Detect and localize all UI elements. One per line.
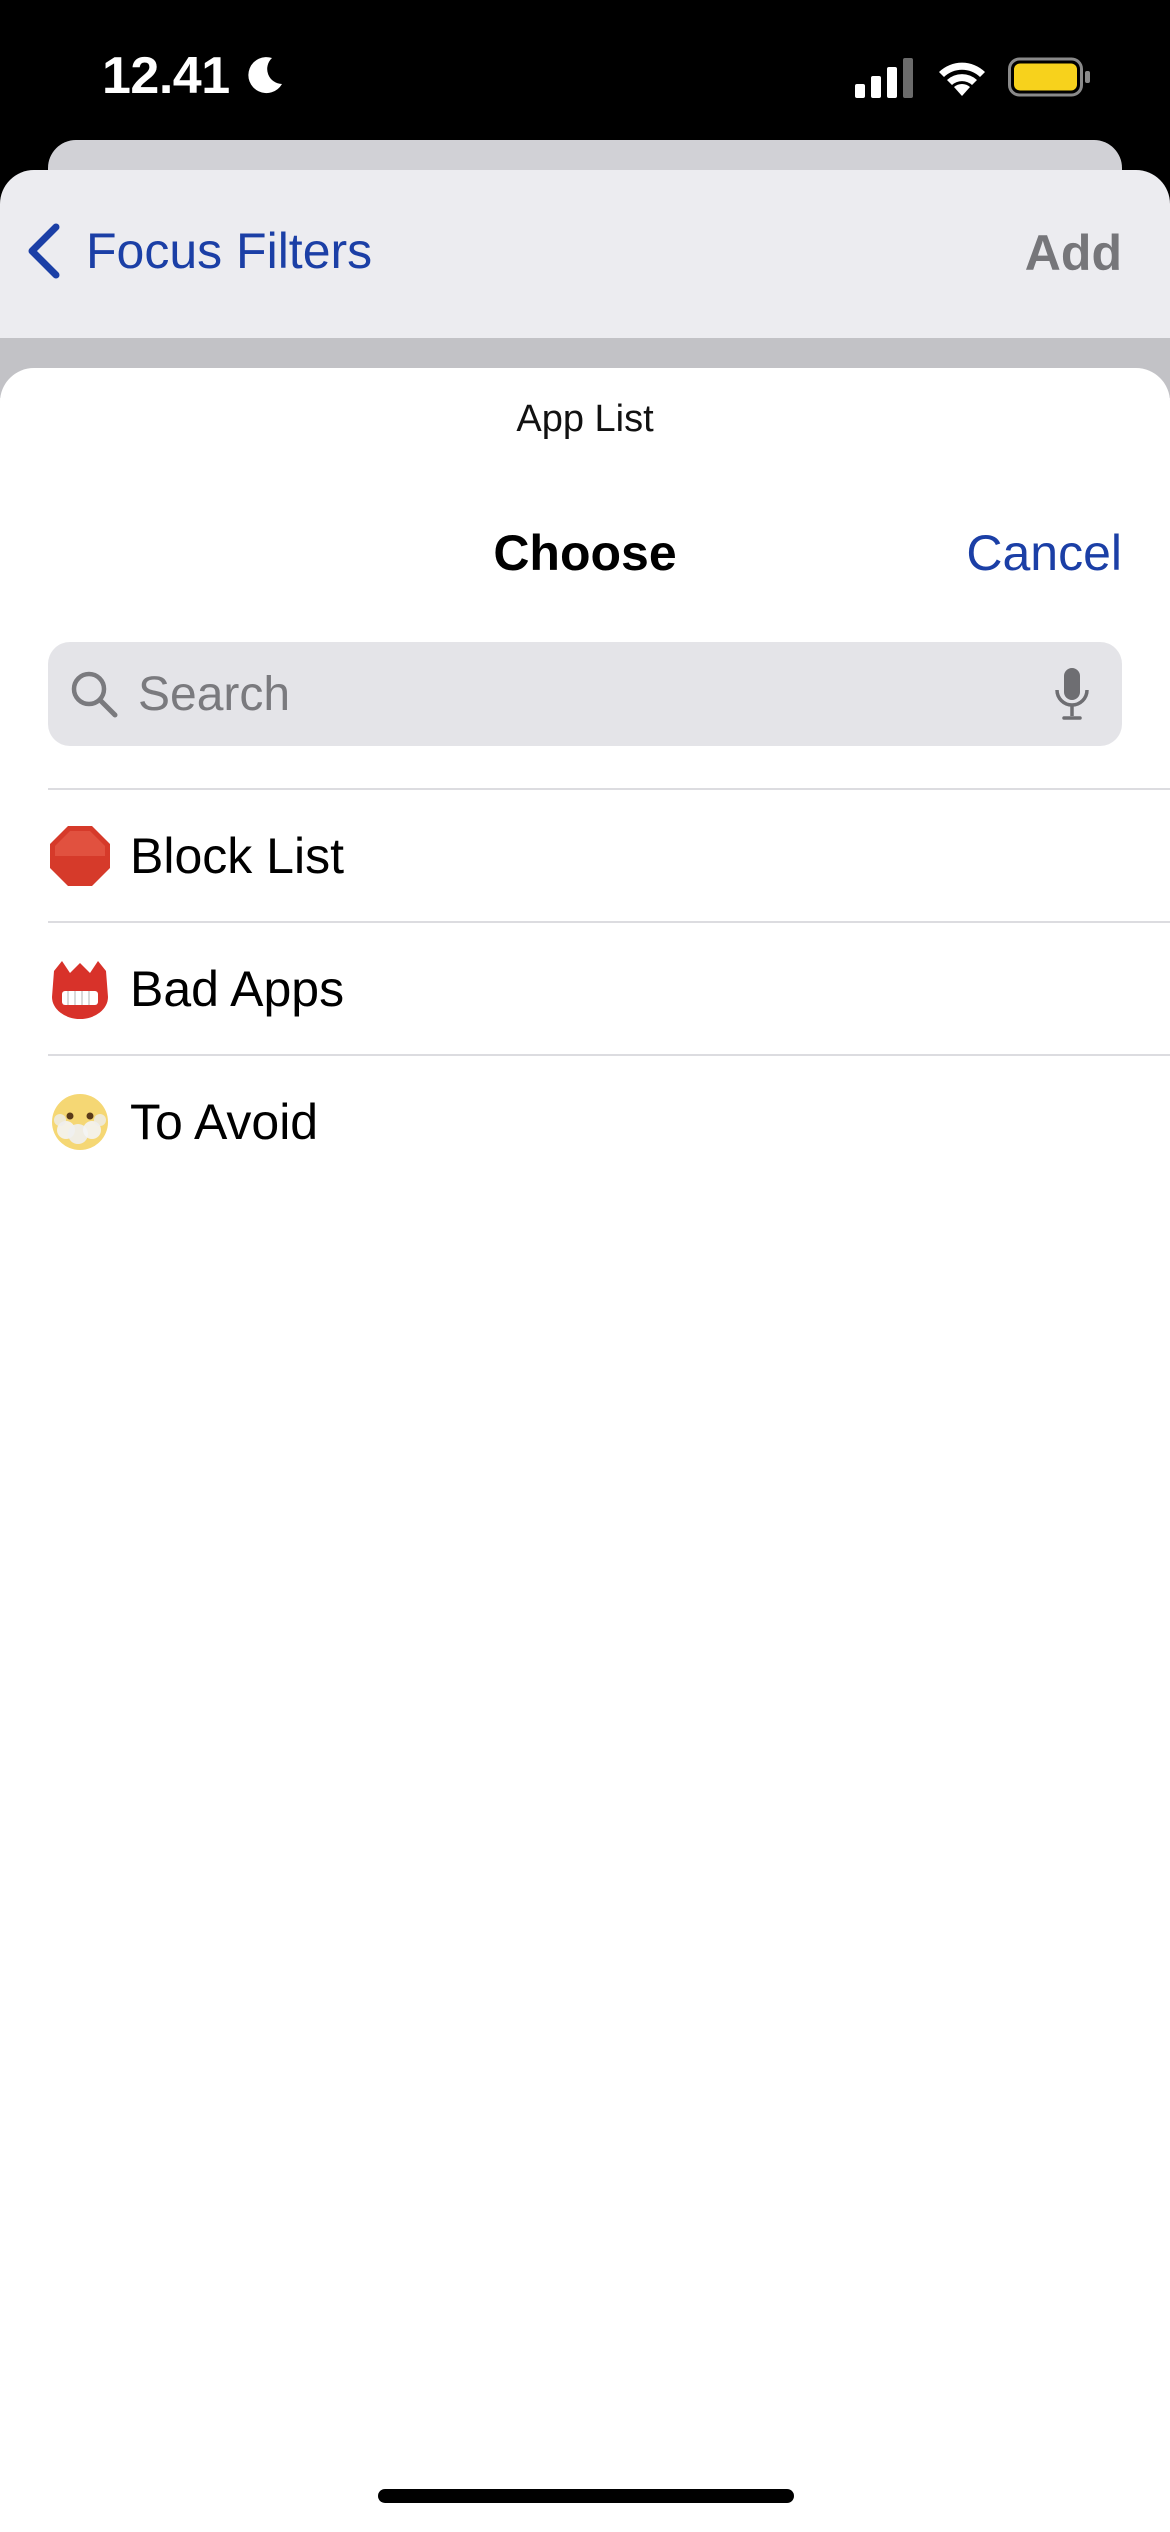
microphone-icon[interactable] [1052, 666, 1092, 722]
list-item-label: Block List [130, 827, 344, 884]
list-item[interactable]: To Avoid [48, 1054, 1170, 1187]
sheet-subtitle: App List [516, 398, 654, 440]
battery-icon [1008, 57, 1090, 97]
back-button[interactable]: Focus Filters [24, 222, 372, 280]
ogre-mask-icon [52, 960, 108, 1019]
list-item[interactable]: Block List [48, 788, 1170, 921]
time-text: 12.41 [102, 47, 230, 105]
home-indicator[interactable] [378, 2489, 794, 2503]
chevron-left-icon [28, 223, 60, 279]
search-bar[interactable] [48, 642, 1122, 746]
cancel-button[interactable]: Cancel [966, 524, 1122, 582]
cellular-signal-icon [855, 58, 913, 98]
choose-sheet: App List Choose Cancel Block Li [0, 368, 1170, 2532]
status-bar: 12.41 [0, 0, 1170, 150]
status-time: 12.41 [102, 46, 286, 106]
screen: 12.41 Focus Filters Add App List Choose … [0, 0, 1170, 2532]
exhale-face-icon [52, 1093, 108, 1150]
moon-icon [247, 57, 282, 94]
search-icon [71, 671, 118, 718]
stop-sign-icon [50, 825, 110, 886]
app-list: Block List Bad Apps To Avoid [48, 788, 1170, 1187]
wifi-icon [939, 62, 985, 96]
search-input[interactable] [138, 666, 1052, 722]
list-item[interactable]: Bad Apps [48, 921, 1170, 1054]
list-item-label: Bad Apps [130, 960, 345, 1017]
back-button-label: Focus Filters [86, 223, 373, 279]
list-item-label: To Avoid [130, 1093, 319, 1150]
add-button[interactable]: Add [1025, 224, 1122, 282]
